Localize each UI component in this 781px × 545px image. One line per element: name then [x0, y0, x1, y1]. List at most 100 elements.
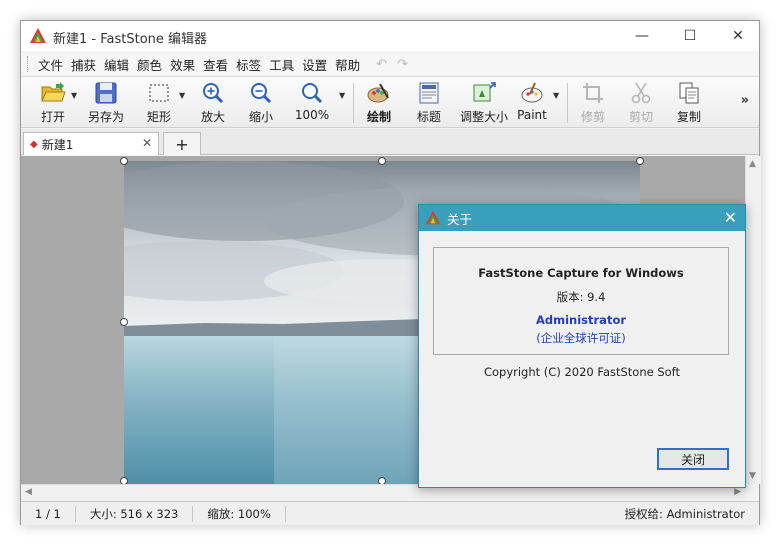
close-button[interactable]: ✕: [715, 21, 761, 51]
zoom-out-button[interactable]: 缩小: [241, 80, 281, 126]
rectangle-dropdown-icon[interactable]: ▼: [179, 91, 185, 100]
plus-icon: +: [175, 134, 189, 154]
scroll-left-icon[interactable]: ◀: [25, 487, 32, 497]
copyright-text: Copyright (C) 2020 FastStone Soft: [483, 365, 681, 379]
about-dialog-titlebar: 关于 ✕: [419, 205, 745, 231]
copy-button[interactable]: 复制: [669, 80, 709, 126]
dialog-close-button[interactable]: 关闭: [657, 448, 729, 470]
caption-button[interactable]: 标题: [409, 80, 449, 126]
draw-button[interactable]: 绘制: [359, 80, 399, 126]
crop-icon: [583, 83, 603, 103]
faststone-app-icon: [425, 210, 441, 225]
status-bar: 1 / 1 大小: 516 x 323 缩放: 100% 授权给: Admini…: [21, 501, 759, 525]
zoom-out-label: 缩小: [248, 110, 273, 124]
zoom-dropdown-icon[interactable]: ▼: [339, 91, 345, 100]
dialog-close-icon[interactable]: ✕: [724, 208, 737, 227]
menu-color[interactable]: 颜色: [133, 55, 166, 74]
window-title: 新建1 - FastStone 编辑器: [53, 32, 208, 47]
copy-icon: [679, 82, 699, 104]
open-button[interactable]: 打开: [33, 80, 73, 126]
zoom-out-icon: [251, 83, 272, 104]
menu-tools[interactable]: 工具: [265, 55, 298, 74]
product-name: FastStone Capture for Windows: [478, 266, 684, 280]
tab-label: 新建1: [41, 137, 74, 152]
title-bar: 新建1 - FastStone 编辑器 — ☐ ✕: [21, 21, 759, 51]
toolbar: 打开 ▼ 另存为 矩形 ▼ 放大 缩小 100% ▼ 绘制 标题 调整大小 Pa…: [21, 76, 759, 128]
undo-icon[interactable]: ↶: [372, 57, 391, 72]
faststone-app-icon: [30, 28, 46, 43]
scroll-up-icon[interactable]: ▲: [749, 159, 756, 169]
new-tab-button[interactable]: +: [163, 132, 201, 155]
resize-handle-top-left[interactable]: [120, 157, 128, 165]
open-label: 打开: [40, 110, 65, 124]
resize-button[interactable]: 调整大小: [455, 80, 513, 126]
resize-handle-top-right[interactable]: [636, 157, 644, 165]
resize-icon: [473, 82, 496, 102]
about-dialog: 关于 ✕ FastStone Capture for Windows 版本: 9…: [418, 204, 746, 488]
vertical-scrollbar[interactable]: ▲ ▼: [745, 156, 761, 484]
license-type: (企业全球许可证): [536, 331, 626, 345]
menu-file[interactable]: 文件: [34, 55, 67, 74]
about-dialog-title: 关于: [447, 211, 473, 227]
resize-label: 调整大小: [459, 110, 508, 124]
cut-button[interactable]: 剪切: [621, 80, 661, 126]
cut-label: 剪切: [628, 110, 653, 124]
paint-button[interactable]: Paint: [513, 80, 551, 126]
status-zoom: 缩放: 100%: [193, 505, 286, 522]
caption-icon: [419, 82, 439, 104]
about-info-panel: FastStone Capture for Windows 版本: 9.4 Ad…: [433, 247, 729, 355]
rectangle-select-button[interactable]: 矩形: [139, 80, 179, 126]
save-as-label: 另存为: [87, 110, 124, 124]
menu-help[interactable]: 帮助: [331, 55, 364, 74]
copy-label: 复制: [676, 110, 701, 124]
resize-handle-bottom[interactable]: [378, 477, 386, 484]
draw-palette-icon: [367, 83, 389, 103]
product-version: 版本: 9.4: [556, 290, 606, 304]
status-image-size: 大小: 516 x 323: [76, 505, 194, 522]
licensed-user: Administrator: [535, 313, 627, 327]
menu-edit[interactable]: 编辑: [100, 55, 133, 74]
maximize-button[interactable]: ☐: [667, 21, 713, 51]
scroll-right-icon[interactable]: ▶: [734, 487, 741, 497]
crop-label: 修剪: [580, 110, 605, 124]
menu-capture[interactable]: 捕获: [67, 55, 100, 74]
toolbar-overflow-icon[interactable]: »: [741, 93, 749, 108]
zoom-in-button[interactable]: 放大: [193, 80, 233, 126]
scissors-icon: [631, 82, 651, 104]
caption-label: 标题: [416, 110, 441, 124]
zoom-level-button[interactable]: 100%: [291, 80, 333, 126]
scroll-down-icon[interactable]: ▼: [749, 471, 756, 481]
menu-effects[interactable]: 效果: [166, 55, 199, 74]
menu-tabs[interactable]: 标签: [232, 55, 265, 74]
resize-handle-top[interactable]: [378, 157, 386, 165]
zoom-in-icon: [203, 83, 224, 104]
tab-close-icon[interactable]: ✕: [142, 136, 152, 150]
save-disk-icon: [95, 82, 117, 104]
paint-dropdown-icon[interactable]: ▼: [553, 91, 559, 100]
minimize-button[interactable]: —: [619, 21, 665, 51]
toolbar-separator: [353, 83, 354, 123]
status-page: 1 / 1: [21, 505, 76, 522]
zoom-in-label: 放大: [200, 110, 225, 124]
paint-label: Paint: [517, 108, 547, 122]
save-as-button[interactable]: 另存为: [83, 80, 129, 126]
menu-grip: [27, 56, 30, 72]
open-dropdown-icon[interactable]: ▼: [71, 91, 77, 100]
modified-diamond-icon: ◆: [30, 138, 38, 150]
zoom-level-label: 100%: [294, 108, 330, 122]
tab-document[interactable]: ◆ 新建1 ✕: [23, 132, 159, 155]
rectangle-select-icon: [149, 84, 169, 102]
toolbar-separator: [567, 83, 568, 123]
minimize-icon: —: [635, 28, 649, 44]
paint-brush-icon: [521, 82, 543, 103]
menu-bar: 文件 捕获 编辑 颜色 效果 查看 标签 工具 设置 帮助 ↶ ↷: [21, 53, 759, 75]
status-license: 授权给: Administrator: [624, 506, 745, 521]
menu-view[interactable]: 查看: [199, 55, 232, 74]
rectangle-label: 矩形: [146, 110, 171, 124]
open-folder-icon: [41, 82, 66, 102]
redo-icon[interactable]: ↷: [393, 57, 412, 72]
resize-handle-bottom-left[interactable]: [120, 477, 128, 484]
crop-button[interactable]: 修剪: [573, 80, 613, 126]
resize-handle-left[interactable]: [120, 318, 128, 326]
menu-settings[interactable]: 设置: [298, 55, 331, 74]
